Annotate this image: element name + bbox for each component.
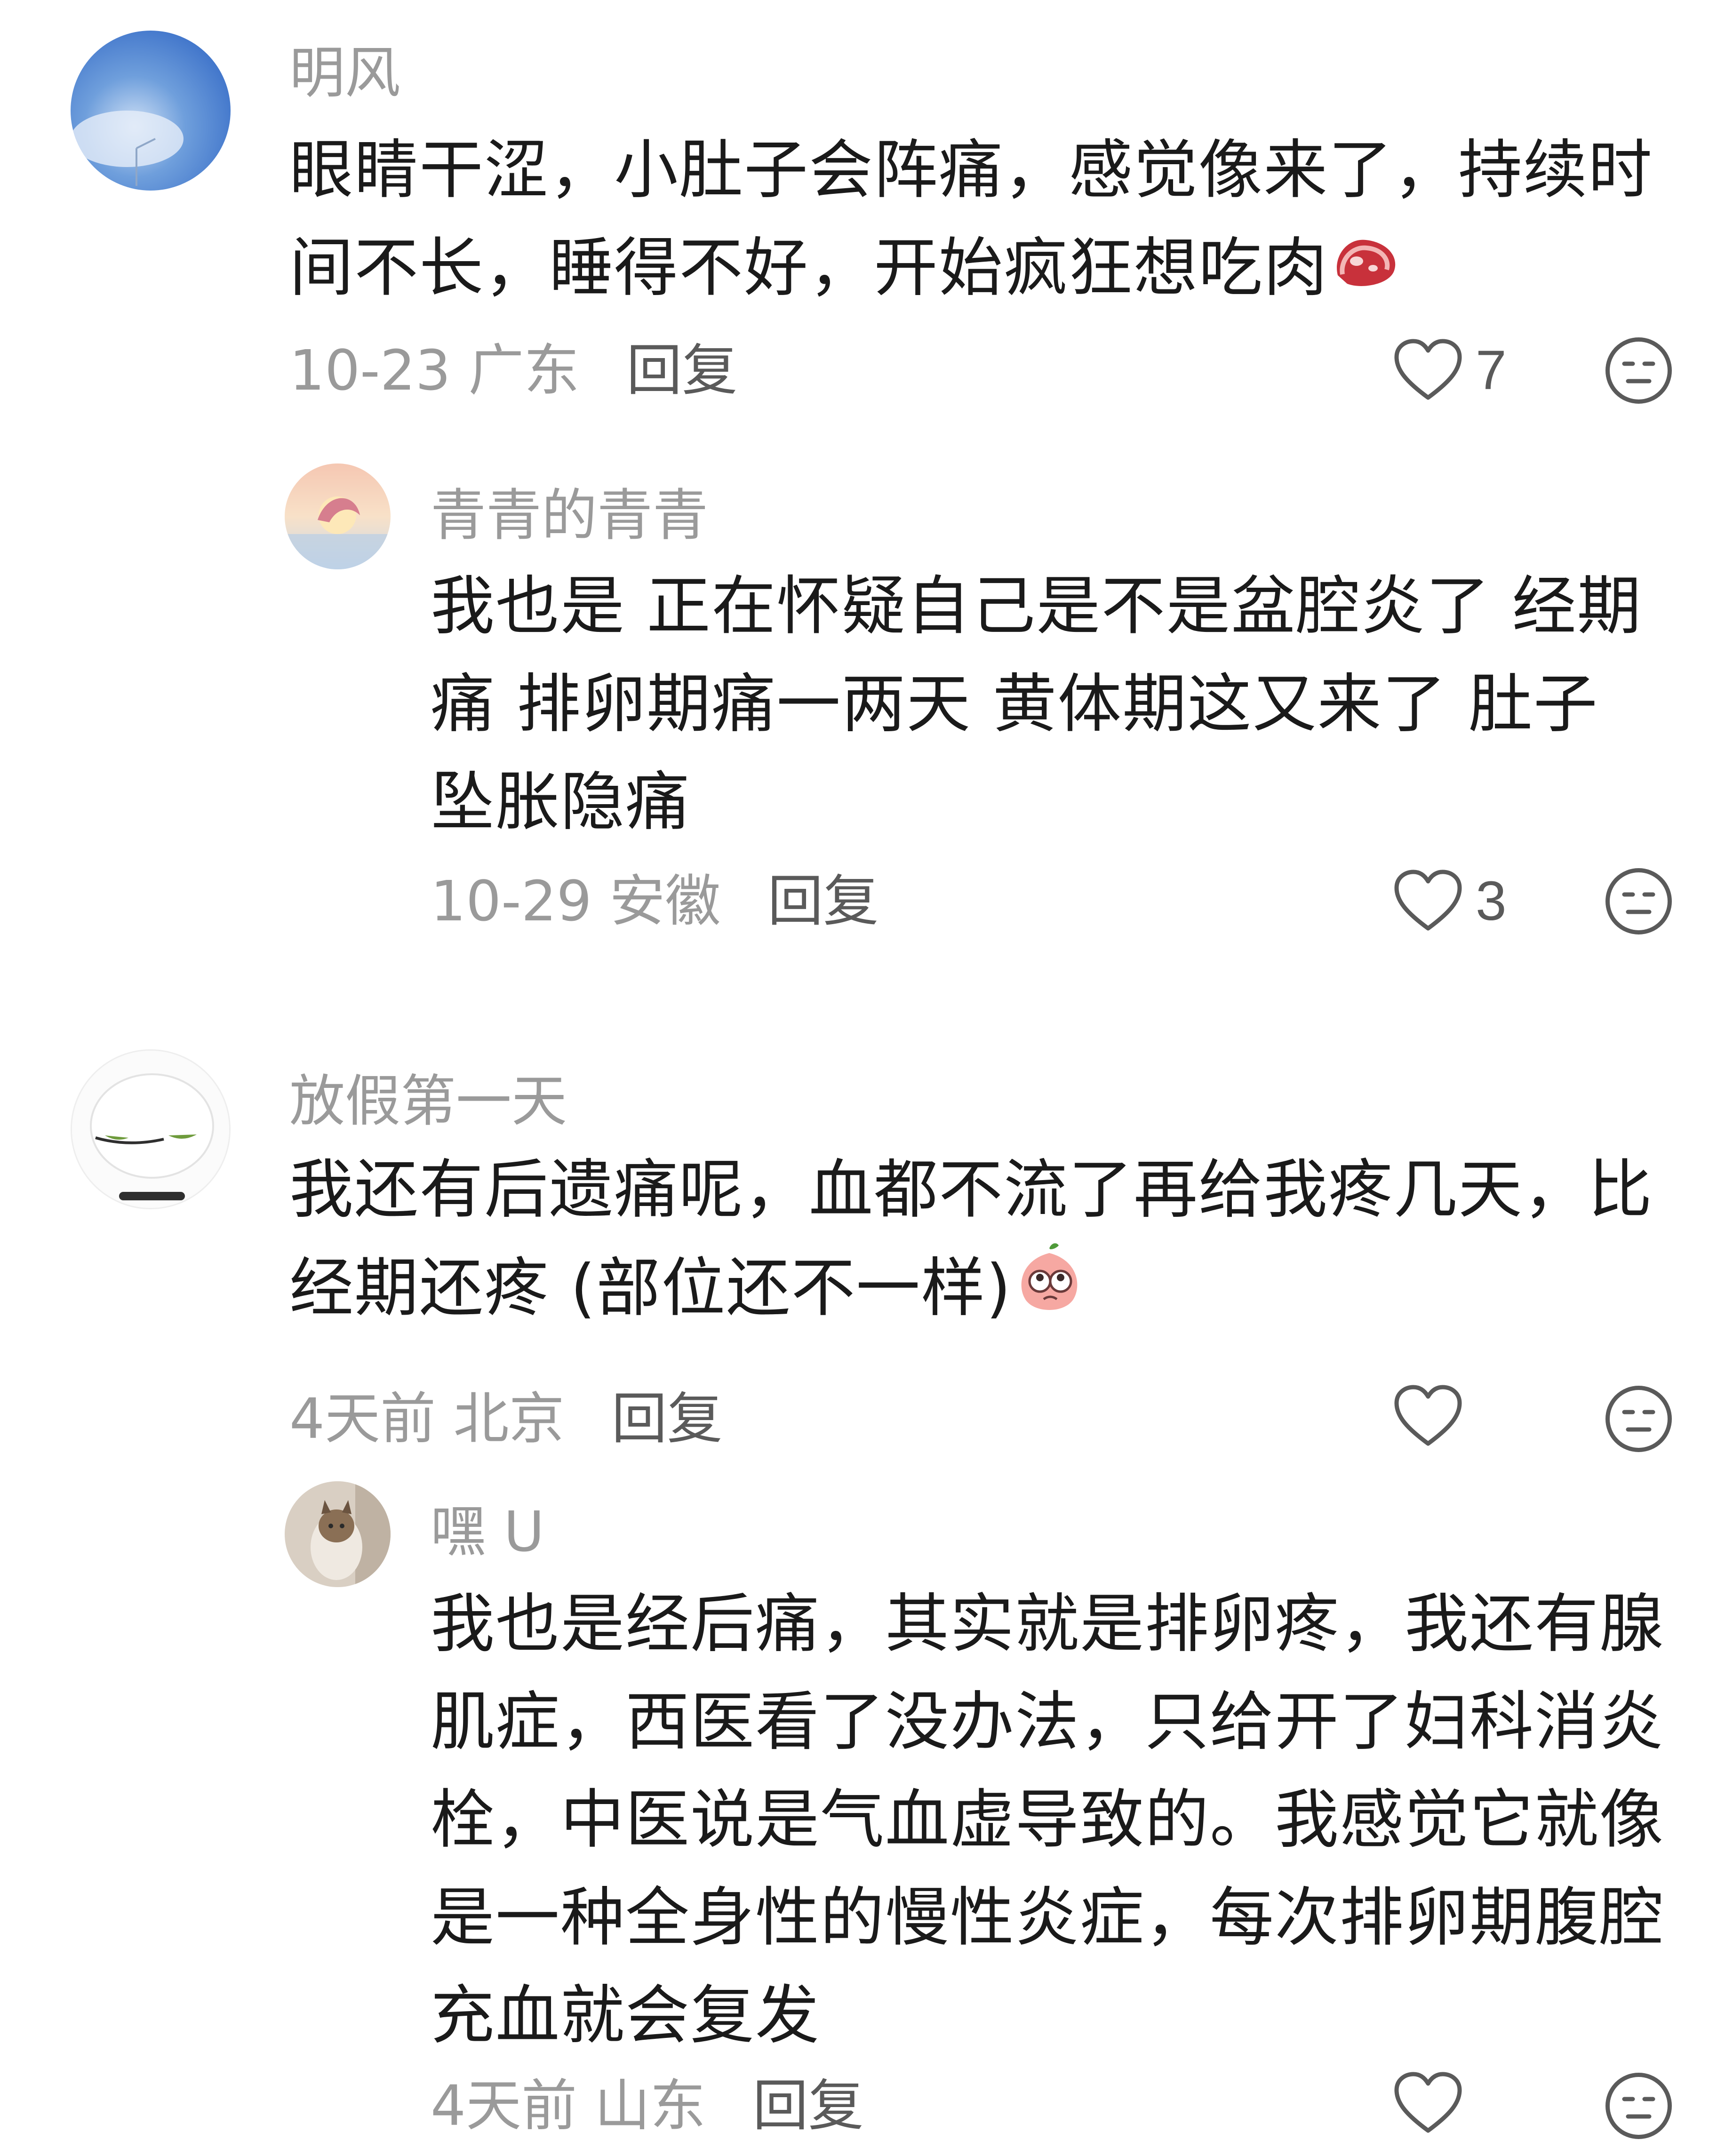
meh-face-icon xyxy=(1605,868,1672,934)
comment-reply: 青青的青青 我也是 正在怀疑自己是不是盆腔炎了 经期痛 排卵期痛一两天 黄体期这… xyxy=(0,433,1733,988)
comment-text: 我也是 正在怀疑自己是不是盆腔炎了 经期痛 排卵期痛一两天 黄体期这又来了 肚子… xyxy=(431,558,1654,851)
avatar[interactable] xyxy=(285,463,391,569)
avatar[interactable] xyxy=(71,1049,231,1209)
avatar[interactable] xyxy=(71,31,231,191)
comment: 明风 眼睛干涩，小肚子会阵痛，感觉像来了，持续时间不长，睡得不好，开始疯狂想吃肉… xyxy=(0,0,1733,433)
reply-button[interactable]: 回复 xyxy=(612,1386,723,1451)
dislike-button[interactable] xyxy=(1605,1385,1673,1455)
comment-date-location: 4天前 北京 xyxy=(289,1386,565,1451)
heart-icon xyxy=(1394,870,1462,931)
like-button[interactable]: 3 xyxy=(1393,866,1507,936)
comment: 放假第一天 我还有后遗痛呢，血都不流了再给我疼几天，比经期还疼 (部位还不一样)… xyxy=(0,1035,1733,1452)
heart-icon xyxy=(1394,2072,1462,2133)
comment-text-body: 我也是 正在怀疑自己是不是盆腔炎了 经期痛 排卵期痛一两天 黄体期这又来了 肚子… xyxy=(431,569,1642,839)
comment-username[interactable]: 青青的青青 xyxy=(431,480,708,551)
reply-button[interactable]: 回复 xyxy=(626,338,737,403)
meh-face-icon xyxy=(1605,337,1672,404)
comment-username[interactable]: 明风 xyxy=(289,38,400,108)
comment-username[interactable]: 嘿 U xyxy=(431,1496,544,1567)
comment-text: 我也是经后痛，其实就是排卵疼，我还有腺肌症，西医看了没办法，只给开了妇科消炎栓，… xyxy=(431,1575,1673,2065)
comment-meta: 10-29 安徽 回复 xyxy=(431,866,878,936)
dislike-button[interactable] xyxy=(1605,336,1673,407)
comment-text-body: 我还有后遗痛呢，血都不流了再给我疼几天，比经期还疼 (部位还不一样) xyxy=(289,1153,1653,1326)
comment-text: 我还有后遗痛呢，血都不流了再给我疼几天，比经期还疼 (部位还不一样) xyxy=(289,1141,1677,1346)
comment-meta: 4天前 北京 回复 xyxy=(289,1383,723,1454)
comment-username[interactable]: 放假第一天 xyxy=(289,1066,567,1136)
meh-face-icon xyxy=(1605,2073,1672,2139)
dislike-button[interactable] xyxy=(1605,867,1673,937)
avatar[interactable] xyxy=(285,1481,391,1587)
dislike-button[interactable] xyxy=(1605,2072,1673,2142)
comment-date-location: 10-23 广东 xyxy=(289,338,580,403)
like-button[interactable] xyxy=(1393,1383,1463,1449)
comment-meta: 10-23 广东 回复 xyxy=(289,335,737,406)
peach-eyes-emoji-icon xyxy=(1012,1239,1087,1346)
like-count: 7 xyxy=(1476,339,1507,401)
comment-text-body: 我也是经后痛，其实就是排卵疼，我还有腺肌症，西医看了没办法，只给开了妇科消炎栓，… xyxy=(431,1587,1664,2053)
reply-button[interactable]: 回复 xyxy=(767,869,878,934)
like-button[interactable]: 7 xyxy=(1393,335,1507,406)
comment-date-location: 4天前 山东 xyxy=(431,2073,706,2138)
meh-face-icon xyxy=(1605,1386,1672,1452)
heart-icon xyxy=(1394,339,1462,400)
comment-meta: 4天前 山东 回复 xyxy=(431,2070,864,2141)
like-button[interactable] xyxy=(1393,2070,1463,2136)
comment-text: 眼睛干涩，小肚子会阵痛，感觉像来了，持续时间不长，睡得不好，开始疯狂想吃肉 xyxy=(289,121,1677,321)
comment-text-body: 眼睛干涩，小肚子会阵痛，感觉像来了，持续时间不长，睡得不好，开始疯狂想吃肉 xyxy=(289,133,1653,305)
heart-icon xyxy=(1394,1385,1462,1446)
comment-reply: 嘿 U 我也是经后痛，其实就是排卵疼，我还有腺肌症，西医看了没办法，只给开了妇科… xyxy=(0,1449,1733,2156)
reply-button[interactable]: 回复 xyxy=(753,2073,864,2138)
comment-date-location: 10-29 安徽 xyxy=(431,869,721,934)
like-count: 3 xyxy=(1476,870,1507,932)
steak-emoji-icon xyxy=(1328,224,1404,321)
